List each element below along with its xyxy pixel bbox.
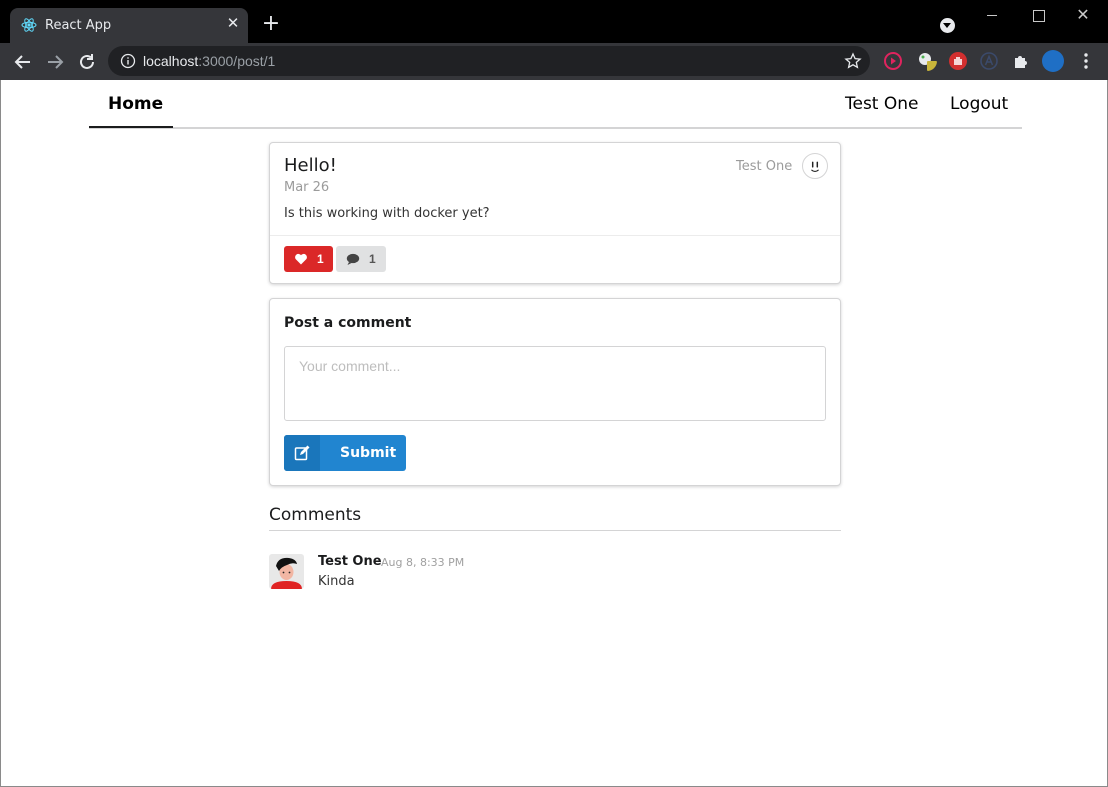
url-host: localhost — [143, 53, 199, 69]
url-text: localhost:3000/post/1 — [143, 53, 275, 69]
comment-count-button[interactable]: 1 — [336, 246, 386, 272]
edit-icon — [294, 445, 310, 461]
tab-title: React App — [45, 18, 112, 33]
browser-tab[interactable]: React App ✕ — [10, 8, 248, 43]
comment-text: Kinda — [318, 574, 355, 589]
browser-toolbar: localhost:3000/post/1 — [0, 43, 1108, 80]
extensions-puzzle-icon[interactable] — [1011, 51, 1031, 71]
maximize-icon[interactable] — [1028, 6, 1048, 26]
comment-timestamp: Aug 8, 8:33 PM — [381, 556, 465, 569]
extension-record-icon[interactable] — [883, 51, 903, 71]
comments-header: Comments — [269, 505, 841, 531]
like-button[interactable]: 1 — [284, 246, 333, 272]
post-date[interactable]: Mar 26 — [284, 180, 329, 195]
comments-title: Comments — [269, 505, 362, 525]
post-body: Is this working with docker yet? — [284, 206, 490, 221]
react-favicon-icon — [21, 18, 37, 32]
extension-palette-icon[interactable] — [917, 51, 937, 71]
tab-search-icon[interactable] — [940, 18, 955, 33]
minimize-icon[interactable] — [982, 6, 1002, 26]
forward-arrow-icon[interactable] — [44, 51, 66, 73]
comment-count: 1 — [369, 252, 376, 266]
post-title[interactable]: Hello! — [284, 155, 337, 176]
back-arrow-icon[interactable] — [12, 51, 34, 73]
tab-close-icon[interactable]: ✕ — [225, 16, 241, 32]
window-close-icon[interactable]: ✕ — [1073, 6, 1093, 26]
post-author: Test One — [736, 159, 793, 174]
top-navbar: Home Test One Logout — [89, 80, 1022, 129]
submit-label: Submit — [340, 445, 397, 461]
comment-form-title: Post a comment — [284, 315, 412, 331]
profile-avatar[interactable] — [1042, 50, 1064, 72]
submit-icon-box — [284, 435, 320, 471]
like-count: 1 — [317, 252, 324, 266]
address-bar[interactable]: localhost:3000/post/1 — [108, 46, 870, 76]
browser-chrome: React App ✕ + ✕ localhost:3000/post/1 — [0, 0, 1108, 80]
post-divider — [270, 235, 840, 236]
nav-user-link[interactable]: Test One — [845, 94, 919, 114]
page-viewport: Home Test One Logout Hello! Mar 26 Is th… — [0, 80, 1108, 787]
nav-logout-link[interactable]: Logout — [950, 94, 1008, 114]
comment-input[interactable] — [284, 346, 826, 421]
submit-button[interactable]: Submit — [284, 435, 406, 471]
site-info-icon[interactable] — [120, 53, 136, 69]
reload-icon[interactable] — [76, 51, 98, 73]
post-card: Hello! Mar 26 Is this working with docke… — [269, 142, 841, 284]
active-tab-indicator — [89, 126, 173, 128]
extension-hand-icon[interactable] — [948, 51, 968, 71]
commenter-avatar — [269, 554, 304, 589]
heart-icon — [295, 253, 307, 265]
new-tab-button[interactable]: + — [261, 13, 281, 35]
extension-a-icon[interactable] — [979, 51, 999, 71]
comment-form-card: Post a comment Submit — [269, 298, 841, 486]
comment-item: Test One Aug 8, 8:33 PM Kinda — [269, 554, 841, 594]
menu-kebab-icon[interactable] — [1076, 51, 1096, 71]
nav-home-link[interactable]: Home — [108, 94, 163, 114]
tab-bar: React App ✕ + ✕ — [0, 0, 1108, 43]
bookmark-star-icon[interactable] — [844, 52, 862, 70]
comment-icon — [346, 253, 360, 265]
comment-author[interactable]: Test One — [318, 554, 382, 569]
author-avatar — [802, 153, 828, 179]
url-path: :3000/post/1 — [198, 53, 276, 69]
